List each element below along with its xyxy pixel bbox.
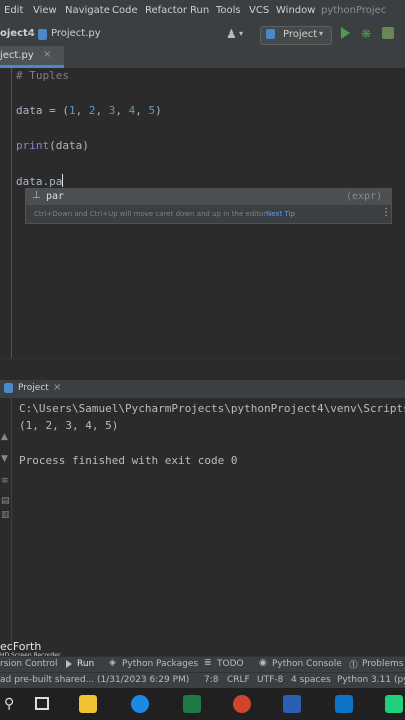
indent-setting[interactable]: 4 spaces <box>291 675 331 685</box>
tab-label: ject.py <box>0 50 34 61</box>
run-console[interactable]: ▲ ▼ ≡ ▤ ▥ C:\Users\Samuel\PycharmProject… <box>0 398 405 650</box>
caret-position[interactable]: 7:8 <box>204 675 218 685</box>
python-console-icon: ◉ <box>259 658 267 668</box>
tool-window-bar: rsion Control Run ◈ Python Packages ≣ TO… <box>0 656 405 673</box>
close-icon[interactable]: × <box>53 382 61 393</box>
search-icon[interactable]: ⚲ <box>4 696 14 712</box>
menu-refactor[interactable]: Refactor <box>145 5 187 16</box>
run-toolbar: ▲ ▼ ≡ ▤ ▥ <box>0 398 12 650</box>
breadcrumb-file[interactable]: Project.py <box>51 28 101 39</box>
task-view-icon[interactable] <box>35 697 49 710</box>
console-line-command: C:\Users\Samuel\PycharmProjects\pythonPr… <box>19 402 405 415</box>
menu-tools[interactable]: Tools <box>216 5 241 16</box>
user-icon[interactable]: ♟ <box>226 27 237 41</box>
word-icon[interactable] <box>283 695 301 713</box>
packages-icon: ◈ <box>109 658 116 668</box>
file-encoding[interactable]: UTF-8 <box>257 675 283 685</box>
completion-hint: Ctrl+Down and Ctrl+Up will move caret do… <box>34 210 267 218</box>
debug-icon[interactable]: ❋ <box>361 27 371 41</box>
os-taskbar: ⚲ <box>0 688 405 720</box>
run-icon <box>66 660 72 668</box>
navigation-bar: oject4 › Project.py ♟ ▾ Project ▾ ❋ <box>0 24 405 47</box>
tool-todo[interactable]: TODO <box>217 659 244 669</box>
console-line-output: (1, 2, 3, 4, 5) <box>19 419 119 432</box>
coverage-icon[interactable] <box>382 27 394 39</box>
completion-popup: ⊥ par (expr) Ctrl+Down and Ctrl+Up will … <box>25 188 392 224</box>
tool-run[interactable]: Run <box>77 659 94 669</box>
code-line-current: data.pa <box>16 174 64 188</box>
run-icon[interactable] <box>341 27 350 39</box>
menu-edit[interactable]: Edit <box>4 5 23 16</box>
pycharm-icon[interactable] <box>385 695 403 713</box>
python-config-icon <box>266 29 275 39</box>
mail-icon[interactable] <box>335 695 353 713</box>
text-caret <box>62 174 64 187</box>
todo-icon: ≣ <box>204 658 212 668</box>
scroll-up-icon[interactable]: ▲ <box>1 432 8 442</box>
tool-version-control[interactable]: rsion Control <box>0 659 58 669</box>
powerpoint-icon[interactable] <box>233 695 251 713</box>
editor-gutter <box>0 68 12 358</box>
editor-tab-bar: ject.py × <box>0 46 405 69</box>
soft-wrap-icon[interactable]: ≡ <box>1 476 9 486</box>
code-line-current-text: data.pa <box>16 175 63 188</box>
next-tip-link[interactable]: Next Tip <box>266 210 295 218</box>
more-options-icon[interactable]: ⋮ <box>381 207 391 218</box>
run-config-label: Project <box>283 29 318 40</box>
completion-item[interactable]: ⊥ par (expr) <box>26 189 391 205</box>
python-file-icon <box>38 29 47 40</box>
status-message[interactable]: ad pre-built shared... (1/31/2023 6:29 P… <box>0 675 189 685</box>
code-line-print: print(data) <box>16 139 89 152</box>
editor-bottom-area <box>0 358 405 381</box>
console-line-exit: Process finished with exit code 0 <box>19 454 238 467</box>
tool-python-console[interactable]: Python Console <box>272 659 342 669</box>
run-tool-header: Project × <box>0 380 405 399</box>
python-interpreter[interactable]: Python 3.11 (pyt <box>337 675 405 685</box>
completion-item-type: (expr) <box>346 191 383 202</box>
chevron-down-icon: ▾ <box>319 29 324 38</box>
code-line-comment: # Tuples <box>16 69 69 82</box>
code-line-assignment: data = (1, 2, 3, 4, 5) <box>16 104 162 117</box>
menu-vcs[interactable]: VCS <box>249 5 269 16</box>
menu-code[interactable]: Code <box>112 5 138 16</box>
menu-run[interactable]: Run <box>190 5 209 16</box>
problems-icon: ⓵ <box>349 661 359 671</box>
close-icon[interactable]: × <box>43 49 51 60</box>
trash-icon[interactable]: ▥ <box>1 510 10 520</box>
chevron-down-icon[interactable]: ▾ <box>239 29 243 38</box>
excel-icon[interactable] <box>183 695 201 713</box>
tool-problems[interactable]: Problems <box>362 659 403 669</box>
print-icon[interactable]: ▤ <box>1 496 10 506</box>
python-run-icon <box>4 383 13 393</box>
line-separator[interactable]: CRLF <box>227 675 250 685</box>
template-icon: ⊥ <box>32 190 41 201</box>
edge-browser-icon[interactable] <box>131 695 149 713</box>
menu-bar: Edit View Navigate Code Refactor Run Too… <box>0 0 405 24</box>
menu-navigate[interactable]: Navigate <box>65 5 110 16</box>
scroll-down-icon[interactable]: ▼ <box>1 454 8 464</box>
status-bar: ad pre-built shared... (1/31/2023 6:29 P… <box>0 672 405 689</box>
window-title: pythonProjec <box>321 5 387 16</box>
run-tab-label[interactable]: Project <box>18 383 49 393</box>
file-explorer-icon[interactable] <box>79 695 97 713</box>
run-config-select[interactable]: Project ▾ <box>260 26 332 45</box>
tab-project-py[interactable]: ject.py × <box>0 46 64 68</box>
tool-python-packages[interactable]: Python Packages <box>122 659 198 669</box>
menu-window[interactable]: Window <box>276 5 315 16</box>
menu-view[interactable]: View <box>33 5 57 16</box>
completion-item-label: par <box>46 191 65 202</box>
breadcrumb-separator-icon: › <box>30 28 34 39</box>
